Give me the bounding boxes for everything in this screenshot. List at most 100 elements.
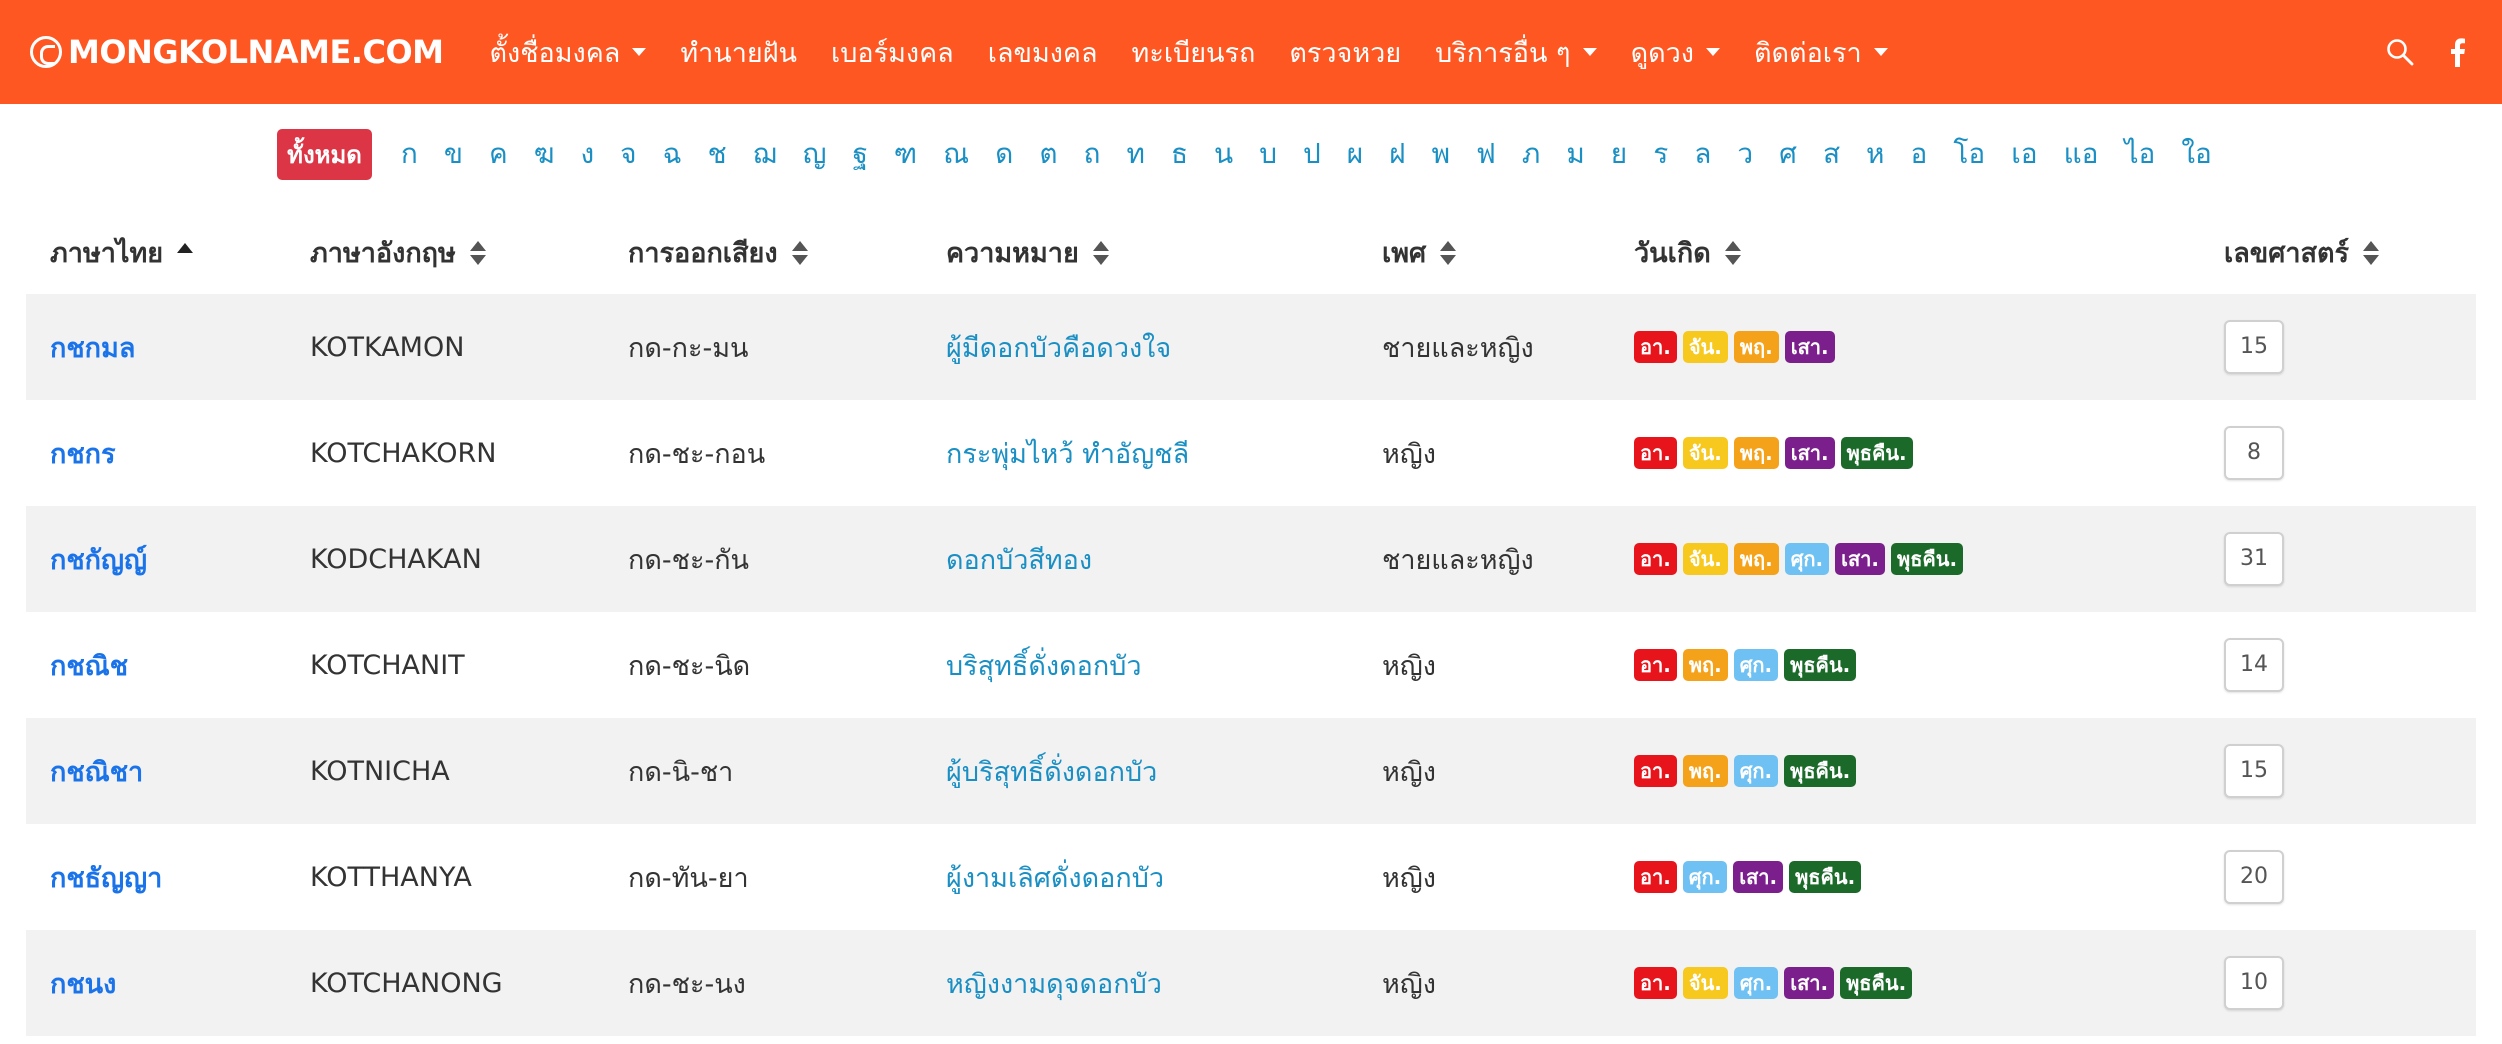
table-body: กชกมล KOTKAMON กด-กะ-มน ผู้มีดอกบัวคือดวงใจ…: [26, 294, 2476, 1036]
birthday-badges: อา. พฤ. ศุก. พุธคืน.: [1634, 755, 2200, 787]
letter-filter-item[interactable]: ภ: [1522, 132, 1540, 176]
column-header[interactable]: ภาษาไทย: [26, 210, 286, 294]
sort-icon[interactable]: [1440, 241, 1457, 267]
letter-filter-item[interactable]: พ: [1432, 132, 1450, 176]
thai-name-link[interactable]: กชณิช: [50, 651, 128, 682]
letter-filter-item[interactable]: ณ: [943, 132, 969, 176]
sort-asc-icon[interactable]: [177, 241, 194, 267]
cell-numerology: 8: [2200, 400, 2476, 506]
letter-filter-item[interactable]: ร: [1653, 132, 1668, 176]
column-header[interactable]: ความหมาย: [922, 210, 1358, 294]
letter-filter-item[interactable]: ด: [995, 132, 1013, 176]
letter-filter-item[interactable]: ท: [1126, 132, 1144, 176]
meaning-link[interactable]: ดอกบัวสีทอง: [946, 545, 1092, 576]
letter-filter-item[interactable]: อ: [1911, 132, 1928, 176]
letter-filter-item[interactable]: ฝ: [1389, 132, 1405, 176]
letter-filter-item[interactable]: ล: [1694, 132, 1711, 176]
thai-name-link[interactable]: กชธัญญา: [50, 863, 162, 894]
letter-filter-item[interactable]: ค: [489, 132, 508, 176]
letter-filter-item[interactable]: ป: [1303, 132, 1321, 176]
column-header-label: ภาษาอังกฤษ: [310, 237, 456, 269]
sort-icon[interactable]: [469, 241, 486, 267]
nav-item-4[interactable]: ทะเบียนรถ: [1132, 31, 1256, 74]
column-header[interactable]: เลขศาสตร์: [2200, 210, 2476, 294]
cell-numerology: 14: [2200, 612, 2476, 718]
brand-logo[interactable]: MONGKOLNAME.COM: [30, 33, 444, 71]
letter-filter-item[interactable]: ฌ: [753, 132, 777, 176]
column-header[interactable]: การออกเสียง: [604, 210, 922, 294]
nav-item-5[interactable]: ตรวจหวย: [1289, 31, 1401, 74]
nav-item-7[interactable]: ดูดวง: [1631, 31, 1720, 74]
birthday-badges: อา. จัน. พฤ. เสา.: [1634, 331, 2200, 363]
nav-item-3[interactable]: เลขมงคล: [988, 31, 1098, 74]
thai-name-link[interactable]: กชกัญญ์: [50, 545, 147, 576]
meaning-link[interactable]: บริสุทธิ์ดั่งดอกบัว: [946, 651, 1142, 682]
letter-filter-item[interactable]: ญ: [803, 132, 827, 176]
letter-filter-item[interactable]: แอ: [2064, 132, 2099, 176]
sort-icon[interactable]: [2363, 241, 2380, 267]
nav-item-1[interactable]: ทำนายฝัน: [680, 31, 797, 74]
letter-filter-item[interactable]: ต: [1039, 132, 1057, 176]
letter-filter-item[interactable]: ฆ: [534, 132, 555, 176]
letter-filter-item[interactable]: ว: [1737, 132, 1753, 176]
letter-filter-item[interactable]: ง: [581, 132, 595, 176]
letter-filter-item[interactable]: ฐ: [852, 132, 867, 176]
nav-item-6[interactable]: บริการอื่น ๆ: [1435, 31, 1597, 74]
letter-filter-item[interactable]: ธ: [1171, 132, 1188, 176]
thai-name-link[interactable]: กชกร: [50, 439, 116, 470]
letter-filter-item[interactable]: น: [1214, 132, 1233, 176]
meaning-link[interactable]: ผู้งามเลิศดั่งดอกบัว: [946, 863, 1164, 894]
letter-filter-item[interactable]: เอ: [2011, 132, 2037, 176]
meaning-link[interactable]: ผู้มีดอกบัวคือดวงใจ: [946, 333, 1171, 364]
letter-filter-item[interactable]: ผ: [1347, 132, 1363, 176]
letter-filter-item[interactable]: ก: [401, 132, 418, 176]
column-header[interactable]: ภาษาอังกฤษ: [286, 210, 604, 294]
thai-name-link[interactable]: กชนง: [50, 969, 116, 1000]
meaning-link[interactable]: หญิงงามดุจดอกบัว: [946, 969, 1162, 1000]
letter-filter-item[interactable]: บ: [1259, 132, 1277, 176]
letter-filter-item[interactable]: ย: [1611, 132, 1627, 176]
letter-filter-all[interactable]: ทั้งหมด: [277, 128, 372, 180]
cell-birthdays: อา. จัน. ศุก. เสา. พุธคืน.: [1610, 930, 2200, 1036]
letter-filter-item[interactable]: ข: [444, 132, 463, 176]
letter-filter-item[interactable]: ห: [1866, 132, 1884, 176]
letter-filter-item[interactable]: ใอ: [2181, 132, 2212, 176]
letter-filter-item[interactable]: จ: [620, 132, 636, 176]
letter-filter-item[interactable]: ไอ: [2124, 132, 2155, 176]
cell-pronunciation: กด-ชะ-กัน: [604, 506, 922, 612]
letter-filter-item[interactable]: ช: [708, 132, 727, 176]
cell-pronunciation: กด-กะ-มน: [604, 294, 922, 400]
nav-item-0[interactable]: ตั้งชื่อมงคล: [489, 31, 647, 74]
meaning-link[interactable]: กระพุ่มไหว้ ทำอัญชลี: [946, 439, 1189, 470]
nav-item-label: ทะเบียนรถ: [1131, 37, 1256, 69]
letter-filter-item[interactable]: ฟ: [1476, 132, 1496, 176]
letter-filter-item[interactable]: ถ: [1084, 132, 1101, 176]
nav-item-label: ตรวจหวย: [1289, 37, 1402, 69]
sort-icon[interactable]: [1724, 241, 1741, 267]
nav-item-label: เบอร์มงคล: [831, 37, 954, 69]
day-badge: จัน.: [1682, 437, 1728, 469]
cell-meaning: ดอกบัวสีทอง: [922, 506, 1358, 612]
nav-item-8[interactable]: ติดต่อเรา: [1754, 31, 1888, 74]
cell-thai-name: กชกมล: [26, 294, 286, 400]
nav-item-2[interactable]: เบอร์มงคล: [831, 31, 954, 74]
letter-filter-item[interactable]: ศ: [1779, 132, 1797, 176]
sort-icon[interactable]: [791, 241, 808, 267]
cell-thai-name: กชกัญญ์: [26, 506, 286, 612]
meaning-link[interactable]: ผู้บริสุทธิ์ดั่งดอกบัว: [946, 757, 1157, 788]
thai-name-link[interactable]: กชณิชา: [50, 757, 143, 788]
letter-filter-item[interactable]: ม: [1566, 132, 1584, 176]
cell-thai-name: กชนง: [26, 930, 286, 1036]
thai-name-link[interactable]: กชกมล: [50, 333, 135, 364]
letter-filter-item[interactable]: ฑ: [894, 132, 917, 176]
day-badge: เสา.: [1784, 437, 1835, 469]
search-icon[interactable]: [2386, 38, 2414, 66]
column-header[interactable]: เพศ: [1358, 210, 1610, 294]
letter-filter-item[interactable]: โอ: [1953, 132, 1985, 176]
letter-filter-item[interactable]: ส: [1823, 132, 1840, 176]
column-header[interactable]: วันเกิด: [1610, 210, 2200, 294]
letter-filter-item[interactable]: ฉ: [663, 132, 682, 176]
facebook-icon[interactable]: [2448, 37, 2466, 67]
cell-english-name: KODCHAKAN: [286, 506, 604, 612]
sort-icon[interactable]: [1092, 241, 1109, 267]
